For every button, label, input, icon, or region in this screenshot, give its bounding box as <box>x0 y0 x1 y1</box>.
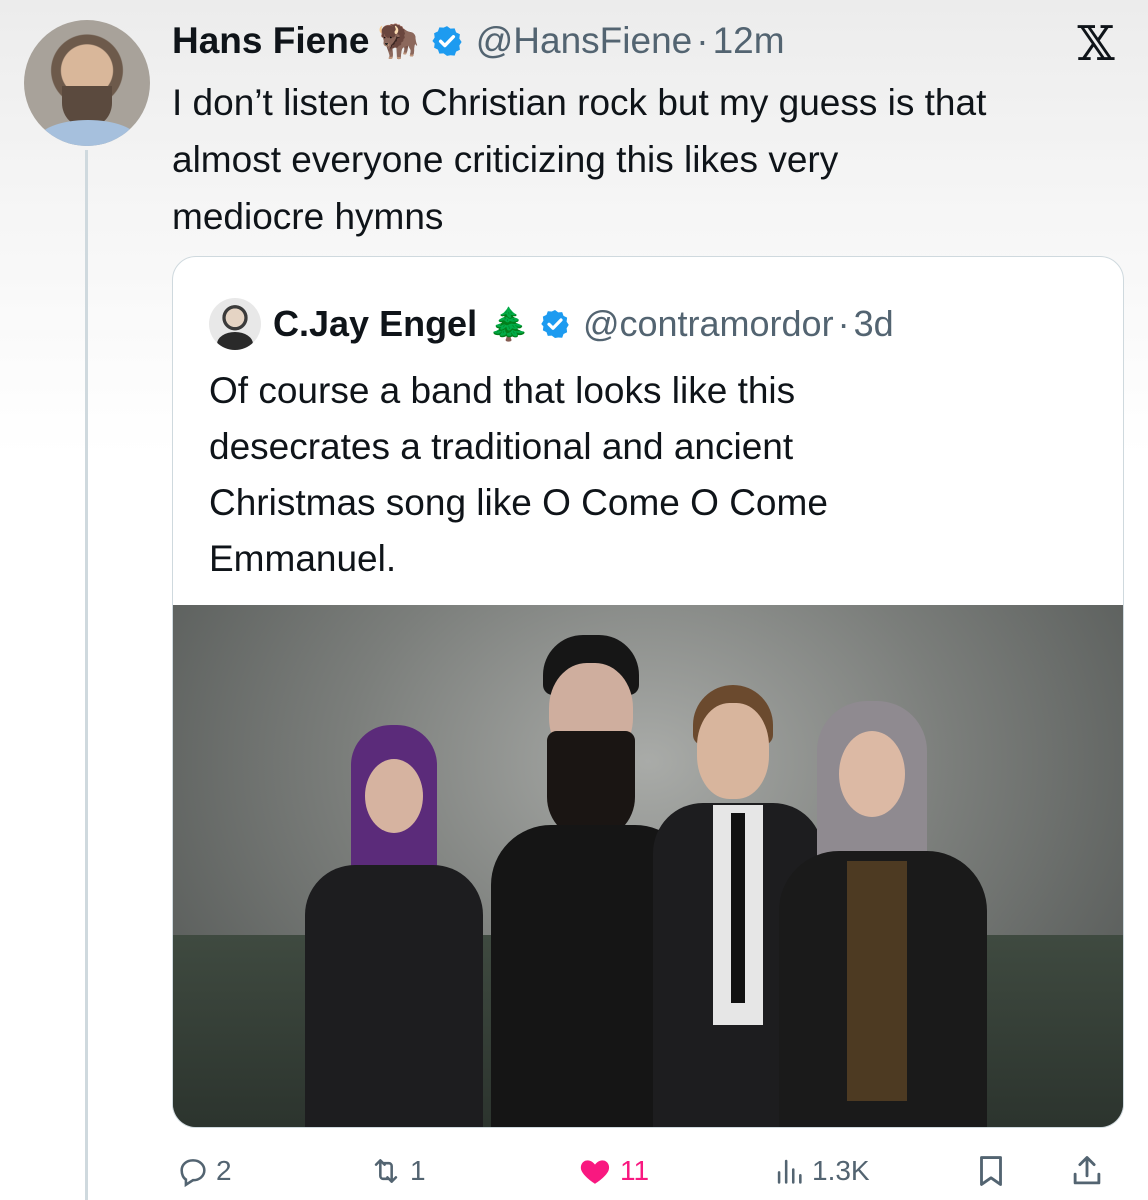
author-avatar[interactable] <box>24 20 150 146</box>
quoted-text-line: Christmas song like O Come O Come <box>209 482 828 523</box>
views-icon <box>777 1159 802 1184</box>
quoted-tweet-time: 3d <box>853 303 894 344</box>
repost-icon <box>374 1159 398 1183</box>
author-name[interactable]: Hans Fiene <box>172 20 369 62</box>
tweet-actions-bar: 2 1 11 1.3K <box>172 1146 1122 1196</box>
tweet-text-line: I don’t listen to Christian rock but my … <box>172 82 987 123</box>
share-icon <box>1073 1156 1101 1185</box>
separator-dot: · <box>837 303 850 344</box>
quoted-text-line: desecrates a traditional and ancient <box>209 426 794 467</box>
like-button[interactable]: 11 <box>576 1146 649 1196</box>
bison-emoji: 🦬 <box>377 22 420 60</box>
thread-line <box>85 150 88 1200</box>
author-handle[interactable]: @HansFiene <box>476 20 693 62</box>
bookmark-button[interactable] <box>972 1146 1010 1196</box>
tweet-text: I don’t listen to Christian rock but my … <box>172 74 1132 245</box>
tweet-text-line: almost everyone criticizing this likes v… <box>172 139 839 180</box>
tree-emoji: 🌲 <box>489 306 529 342</box>
like-count: 11 <box>620 1155 650 1186</box>
quoted-author-handle: @contramordor <box>582 303 834 344</box>
share-button[interactable] <box>1068 1146 1106 1196</box>
verified-badge-icon <box>541 310 569 338</box>
quoted-text-line: Emmanuel. <box>209 538 397 579</box>
repost-count: 1 <box>410 1155 426 1186</box>
quoted-tweet-header: C.Jay Engel 🌲 @contramordor · 3d <box>209 298 894 350</box>
reply-button[interactable]: 2 <box>176 1146 232 1196</box>
quoted-tweet-text: Of course a band that looks like this de… <box>209 363 1089 587</box>
x-logo-icon: 𝕏 <box>1077 16 1115 72</box>
separator-dot: · <box>696 20 709 61</box>
tweet-time[interactable]: 12m <box>713 20 785 62</box>
like-icon <box>580 1160 610 1184</box>
verified-badge-icon <box>432 26 462 56</box>
tweet-page: Hans Fiene 🦬 @HansFiene · 12m 𝕏 I don’t … <box>0 0 1148 1200</box>
views-button[interactable]: 1.3K <box>772 1146 870 1196</box>
photo-person <box>773 701 993 1127</box>
quoted-tweet-card[interactable]: C.Jay Engel 🌲 @contramordor · 3d Of cour… <box>172 256 1124 1128</box>
reply-count: 2 <box>216 1155 232 1186</box>
photo-person <box>293 725 493 1127</box>
band-photo[interactable] <box>173 605 1123 1127</box>
tweet-text-line: mediocre hymns <box>172 196 444 237</box>
tweet-header: Hans Fiene 🦬 @HansFiene · 12m <box>172 14 785 68</box>
quoted-author-avatar <box>209 298 261 350</box>
bookmark-icon <box>980 1156 1002 1186</box>
repost-button[interactable]: 1 <box>368 1146 426 1196</box>
views-count: 1.3K <box>812 1155 870 1186</box>
quoted-author-name: C.Jay Engel <box>273 303 478 344</box>
reply-icon <box>180 1159 206 1188</box>
quoted-text-line: Of course a band that looks like this <box>209 370 796 411</box>
